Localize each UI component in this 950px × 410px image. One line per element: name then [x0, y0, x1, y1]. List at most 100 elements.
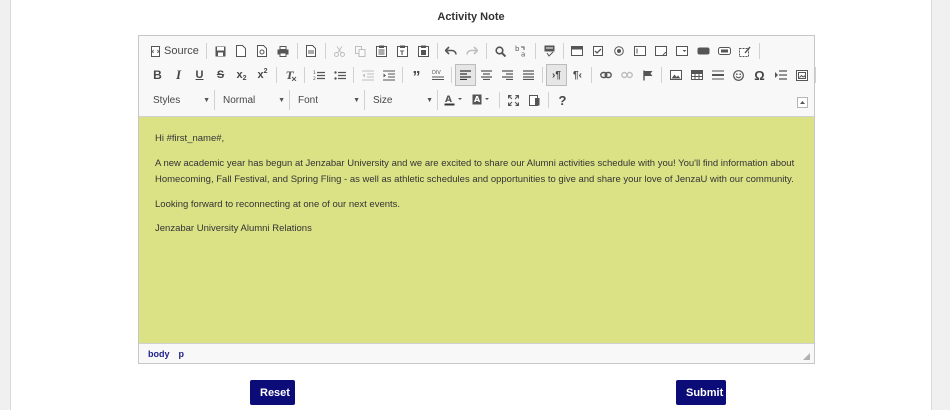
image-button-field-button[interactable]: [714, 40, 735, 62]
outdent-icon: [361, 70, 374, 80]
image-button[interactable]: [665, 64, 686, 86]
table-button[interactable]: [686, 64, 707, 86]
radio-button[interactable]: [609, 40, 630, 62]
superscript-button[interactable]: x2: [252, 64, 273, 86]
format-dropdown[interactable]: Normal ▼: [217, 90, 290, 110]
copy-button[interactable]: [350, 40, 371, 62]
remove-format-icon: T: [286, 71, 296, 81]
chevron-down-icon: ▼: [203, 96, 210, 104]
path-item-body[interactable]: body: [148, 349, 170, 359]
collapse-toolbar-button[interactable]: [797, 97, 808, 108]
toolbar-row-1: Source T ba: [147, 39, 763, 63]
italic-button[interactable]: I: [168, 64, 189, 86]
print-icon: [277, 45, 289, 57]
textarea-icon: [655, 46, 668, 56]
templates-button[interactable]: [301, 40, 322, 62]
paste-button[interactable]: [371, 40, 392, 62]
preview-button[interactable]: [252, 40, 273, 62]
align-left-button[interactable]: [455, 64, 476, 86]
outdent-button[interactable]: [357, 64, 378, 86]
font-dropdown[interactable]: Font ▼: [292, 90, 365, 110]
show-blocks-button[interactable]: [524, 89, 545, 111]
resize-handle-icon[interactable]: [803, 353, 810, 360]
select-button[interactable]: [672, 40, 693, 62]
iframe-button[interactable]: [791, 64, 812, 86]
background-color-icon: A: [472, 94, 489, 105]
anchor-button[interactable]: [637, 64, 658, 86]
submit-button[interactable]: Submit: [676, 380, 726, 405]
indent-button[interactable]: [378, 64, 399, 86]
rtl-button[interactable]: ¶‹: [567, 64, 588, 86]
scissors-icon: [333, 45, 345, 57]
search-icon: [495, 45, 506, 57]
separator: [542, 67, 543, 83]
ltr-button[interactable]: ›¶: [546, 64, 567, 86]
button-field-button[interactable]: [693, 40, 714, 62]
strikethrough-button[interactable]: S: [210, 64, 231, 86]
size-label: Size: [373, 94, 393, 106]
separator: [485, 43, 487, 59]
align-justify-button[interactable]: [518, 64, 539, 86]
text-color-button[interactable]: A: [440, 89, 468, 111]
unlink-button[interactable]: [616, 64, 637, 86]
iframe-icon: [795, 69, 808, 81]
svg-text:b: b: [515, 45, 520, 53]
spellcheck-button[interactable]: [539, 40, 560, 62]
save-button[interactable]: [210, 40, 231, 62]
paste-text-button[interactable]: T: [392, 40, 413, 62]
remove-format-button[interactable]: T: [280, 64, 301, 86]
underline-button[interactable]: U: [189, 64, 210, 86]
page-break-button[interactable]: [770, 64, 791, 86]
path-item-p[interactable]: p: [179, 349, 185, 359]
find-button[interactable]: [490, 40, 511, 62]
svg-text:DIV: DIV: [432, 70, 441, 76]
numbered-list-button[interactable]: 12: [308, 64, 329, 86]
replace-button[interactable]: ba: [511, 40, 532, 62]
reset-button[interactable]: Reset: [250, 380, 295, 405]
horizontal-rule-icon: [711, 70, 724, 80]
text-field-button[interactable]: [630, 40, 651, 62]
align-justify-icon: [523, 70, 534, 80]
styles-dropdown[interactable]: Styles ▼: [147, 90, 215, 110]
separator: [436, 43, 438, 59]
checkbox-button[interactable]: [588, 40, 609, 62]
image-icon: [669, 70, 682, 80]
link-button[interactable]: [595, 64, 616, 86]
size-dropdown[interactable]: Size ▼: [367, 90, 438, 110]
maximize-button[interactable]: [503, 89, 524, 111]
link-icon: [599, 71, 612, 79]
smiley-button[interactable]: [728, 64, 749, 86]
page-title: Activity Note: [437, 11, 505, 23]
horizontal-rule-button[interactable]: [707, 64, 728, 86]
background-color-button[interactable]: A: [468, 89, 496, 111]
textarea-button[interactable]: [651, 40, 672, 62]
bold-button[interactable]: B: [147, 64, 168, 86]
text-color-icon: A: [444, 95, 462, 106]
spellcheck-icon: [544, 45, 555, 57]
hidden-field-button[interactable]: [735, 40, 756, 62]
closing-paragraph: Looking forward to reconnecting at one o…: [155, 198, 401, 210]
special-char-button[interactable]: Ω: [749, 64, 770, 86]
div-button[interactable]: DIV: [427, 64, 448, 86]
paste-word-button[interactable]: [413, 40, 434, 62]
subscript-button[interactable]: x2: [231, 64, 252, 86]
print-button[interactable]: [273, 40, 294, 62]
form-button[interactable]: [567, 40, 588, 62]
align-center-button[interactable]: [476, 64, 497, 86]
blockquote-button[interactable]: ”: [406, 64, 427, 86]
indent-icon: [382, 70, 395, 80]
separator: [304, 67, 305, 83]
preview-icon: [256, 45, 267, 57]
cut-button[interactable]: [329, 40, 350, 62]
redo-button[interactable]: [462, 40, 483, 62]
create-div-icon: DIV: [431, 70, 444, 80]
align-right-button[interactable]: [497, 64, 518, 86]
smiley-icon: [733, 69, 744, 81]
editor-content-area[interactable]: Hi #first_name#, A new academic year has…: [139, 117, 814, 343]
help-button[interactable]: ?: [552, 89, 573, 111]
new-page-button[interactable]: [231, 40, 252, 62]
source-button[interactable]: Source: [147, 40, 203, 62]
bulleted-list-button[interactable]: [329, 64, 350, 86]
undo-button[interactable]: [441, 40, 462, 62]
image-button-icon: [717, 47, 731, 55]
